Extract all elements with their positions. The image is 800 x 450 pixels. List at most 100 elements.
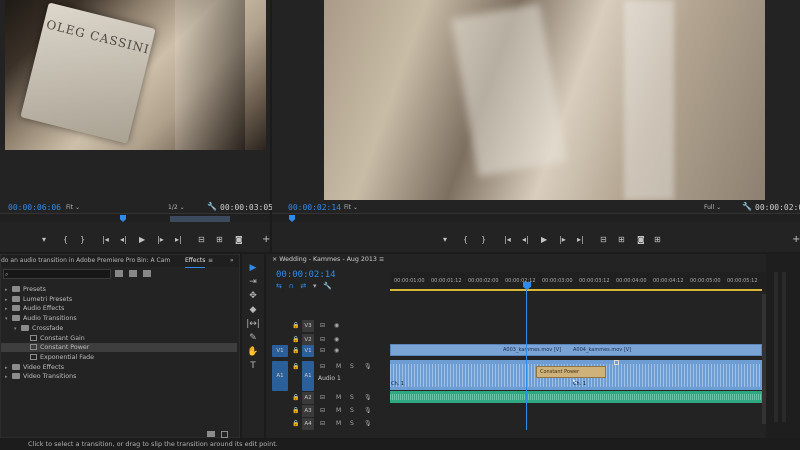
- effects-menu-icon[interactable]: ≡: [208, 255, 213, 267]
- tab-bin[interactable]: Bin: A Cam: [137, 255, 170, 267]
- pen-tool-icon[interactable]: ✎: [246, 332, 260, 344]
- insert-button[interactable]: ⊟: [198, 235, 205, 244]
- lock-icon[interactable]: 🔒: [292, 418, 299, 430]
- slip-tool-icon[interactable]: |↔|: [246, 318, 260, 330]
- go-to-in-button[interactable]: |◂: [102, 235, 109, 244]
- track-v3-label[interactable]: V3: [302, 320, 314, 332]
- source-video-frame[interactable]: OLEG CASSINI: [5, 0, 266, 150]
- track-a3-label[interactable]: A3: [302, 405, 314, 417]
- prog-play-button[interactable]: ▶: [541, 235, 547, 244]
- step-back-button[interactable]: ◂|: [120, 235, 127, 244]
- prog-mark-in-button[interactable]: {: [463, 235, 468, 244]
- timeline-vertical-scrollbar[interactable]: [762, 294, 766, 424]
- solo-button[interactable]: S: [350, 405, 354, 417]
- solo-button[interactable]: S: [350, 361, 354, 373]
- step-forward-button[interactable]: |▸: [157, 235, 164, 244]
- program-video-frame[interactable]: [324, 0, 765, 200]
- selection-tool-icon[interactable]: ▶: [246, 262, 260, 274]
- chevron-down-icon[interactable]: ▾: [5, 315, 12, 324]
- timeline-close-icon[interactable]: ×: [272, 256, 277, 263]
- mute-button[interactable]: M: [336, 418, 341, 430]
- chevron-right-icon[interactable]: ▸: [5, 373, 12, 382]
- timeline-tab[interactable]: × Wedding - Kammes - Aug 2013 ≡: [272, 256, 384, 263]
- yuv-effects-icon[interactable]: [143, 270, 151, 277]
- microphone-icon[interactable]: 🎙: [364, 418, 372, 430]
- source-fit-dropdown[interactable]: Fit ⌄: [66, 204, 80, 211]
- snap-icon[interactable]: ∩: [289, 282, 294, 290]
- microphone-icon[interactable]: 🎙: [364, 392, 372, 404]
- prog-add-marker-button[interactable]: ▾: [443, 235, 447, 244]
- tab-tutorial[interactable]: do an audio transition in Adobe Premiere…: [1, 255, 135, 267]
- effects-tree-item[interactable]: ▸ Video Transitions: [1, 372, 237, 381]
- microphone-icon[interactable]: 🎙: [364, 405, 372, 417]
- work-area-bar[interactable]: [390, 289, 762, 291]
- 32bit-effects-icon[interactable]: [129, 270, 137, 277]
- effects-tree-item[interactable]: Constant Gain: [1, 334, 237, 343]
- microphone-icon[interactable]: 🎙: [364, 361, 372, 373]
- solo-button[interactable]: S: [350, 418, 354, 430]
- source-patch-a1[interactable]: A1: [272, 361, 288, 391]
- effects-tree-item[interactable]: ▸ Video Effects: [1, 363, 237, 372]
- lock-icon[interactable]: 🔒: [292, 405, 299, 417]
- program-add-button[interactable]: +: [792, 234, 800, 245]
- track-select-tool-icon[interactable]: ⇥: [246, 276, 260, 288]
- chevron-right-icon[interactable]: ▸: [5, 296, 12, 305]
- eye-icon[interactable]: ◉: [334, 320, 339, 332]
- type-tool-icon[interactable]: T: [246, 360, 260, 372]
- comparison-view-button[interactable]: ⊞: [654, 235, 661, 244]
- video-clip-v1[interactable]: A003_kammes.mov [V] A004_kammes.mov [V]: [390, 344, 762, 356]
- chevron-right-icon[interactable]: ▸: [5, 364, 12, 373]
- effects-tree-item[interactable]: ▸ Audio Effects: [1, 304, 237, 313]
- timeline-menu-icon[interactable]: ≡: [379, 256, 384, 263]
- effects-tree-item[interactable]: Exponential Fade: [1, 353, 237, 362]
- mute-button[interactable]: M: [336, 361, 341, 373]
- extract-button[interactable]: ⊞: [618, 235, 625, 244]
- program-playhead[interactable]: [289, 215, 295, 222]
- hand-tool-icon[interactable]: ✋: [246, 346, 260, 358]
- program-wrench-icon[interactable]: 🔧: [742, 202, 752, 211]
- track-a4-label[interactable]: A4: [302, 418, 314, 430]
- track-a2-label[interactable]: A2: [302, 392, 314, 404]
- effects-tree-item[interactable]: ▾ Audio Transitions: [1, 314, 237, 323]
- track-a1-label[interactable]: A1: [302, 361, 314, 391]
- source-resolution-dropdown[interactable]: 1/2 ⌄: [168, 204, 185, 211]
- track-v1-label[interactable]: V1: [302, 345, 314, 357]
- program-fit-dropdown[interactable]: Fit ⌄: [344, 204, 358, 211]
- mute-button[interactable]: M: [336, 405, 341, 417]
- track-area[interactable]: A003_kammes.mov [V] A004_kammes.mov [V] …: [390, 294, 762, 434]
- chevron-down-icon[interactable]: ▾: [14, 325, 21, 334]
- mute-button[interactable]: M: [336, 392, 341, 404]
- export-frame-button[interactable]: ◙: [235, 235, 243, 244]
- effects-search-input[interactable]: ⌕: [3, 269, 111, 279]
- source-timecode[interactable]: 00:00:06:06: [8, 203, 61, 212]
- effects-tree-item[interactable]: ▸ Lumetri Presets: [1, 295, 237, 304]
- lock-icon[interactable]: 🔒: [292, 392, 299, 404]
- program-timecode[interactable]: 00:00:02:14: [288, 203, 341, 212]
- more-panels-icon[interactable]: »: [230, 255, 234, 267]
- mark-in-button[interactable]: {: [63, 235, 68, 244]
- accelerated-effects-icon[interactable]: [115, 270, 123, 277]
- play-button[interactable]: ▶: [139, 235, 145, 244]
- timeline-ruler[interactable]: 00:00:01:00 00:00:01:12 00:00:02:00 00:00:0…: [390, 272, 790, 292]
- audio-clip-a2[interactable]: [390, 391, 762, 403]
- sync-lock-icon[interactable]: ⊟: [320, 405, 325, 417]
- wrench-icon[interactable]: 🔧: [207, 202, 217, 211]
- prog-step-back-button[interactable]: ◂|: [522, 235, 529, 244]
- lock-icon[interactable]: 🔒: [292, 320, 299, 332]
- delete-icon[interactable]: [221, 431, 228, 438]
- source-playhead[interactable]: [120, 215, 126, 222]
- nest-icon[interactable]: ⇆: [276, 282, 282, 290]
- add-marker-icon[interactable]: ▾: [313, 282, 317, 290]
- ripple-edit-tool-icon[interactable]: ✥: [246, 290, 260, 302]
- prog-go-to-in-button[interactable]: |◂: [504, 235, 511, 244]
- clip-edge-handle[interactable]: [614, 360, 619, 365]
- eye-icon[interactable]: ◉: [334, 345, 339, 357]
- go-to-out-button[interactable]: ▸|: [175, 235, 182, 244]
- prog-go-to-out-button[interactable]: ▸|: [577, 235, 584, 244]
- sync-lock-icon[interactable]: ⊟: [320, 392, 325, 404]
- prog-export-frame-button[interactable]: ◙: [637, 235, 645, 244]
- lock-icon[interactable]: 🔒: [292, 361, 299, 373]
- constant-power-transition[interactable]: Constant Power: [536, 366, 606, 378]
- lock-icon[interactable]: 🔒: [292, 345, 299, 357]
- new-bin-icon[interactable]: [207, 431, 215, 437]
